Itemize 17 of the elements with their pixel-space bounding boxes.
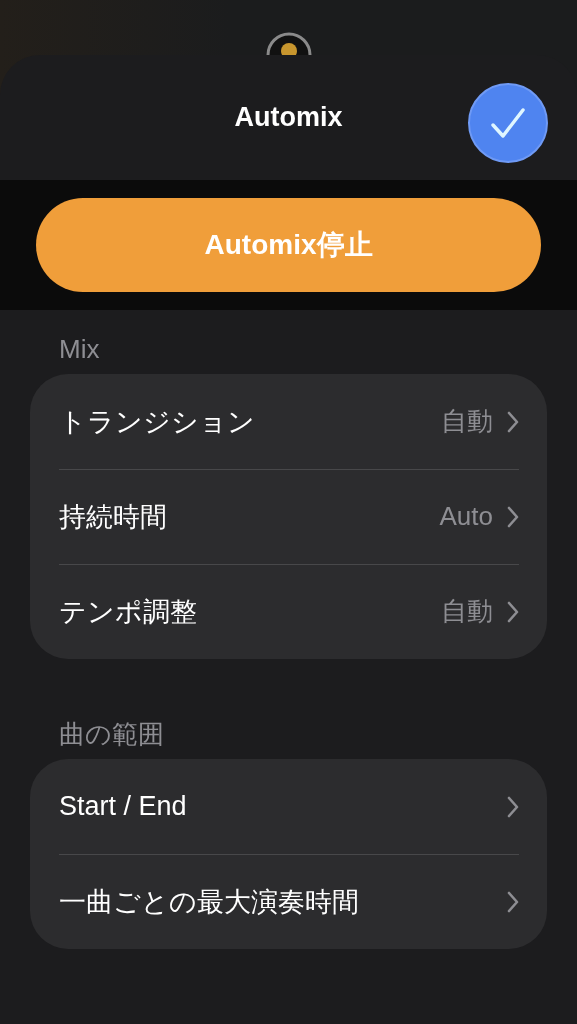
chevron-icon <box>507 890 519 913</box>
setting-value: 自動 <box>441 405 493 438</box>
chevron-icon <box>507 410 519 433</box>
sheet-title: Automix <box>234 102 343 133</box>
section-title: Mix <box>58 332 101 366</box>
chevron-icon <box>507 795 519 818</box>
setting-label[interactable]: Start / End <box>59 791 507 822</box>
setting-label[interactable]: テンポ調整 <box>59 593 441 630</box>
setting-value: 自動 <box>441 595 493 628</box>
chevron-icon <box>507 600 519 623</box>
section-title: 曲の範囲 <box>58 717 165 751</box>
setting-value: Auto <box>439 501 493 532</box>
checkmark-icon <box>490 107 526 139</box>
setting-label[interactable]: 持続時間 <box>59 498 440 535</box>
setting-label[interactable]: トランジション <box>59 403 441 440</box>
chevron-icon <box>507 505 519 528</box>
setting-label[interactable]: 一曲ごとの最大演奏時間 <box>59 883 507 920</box>
